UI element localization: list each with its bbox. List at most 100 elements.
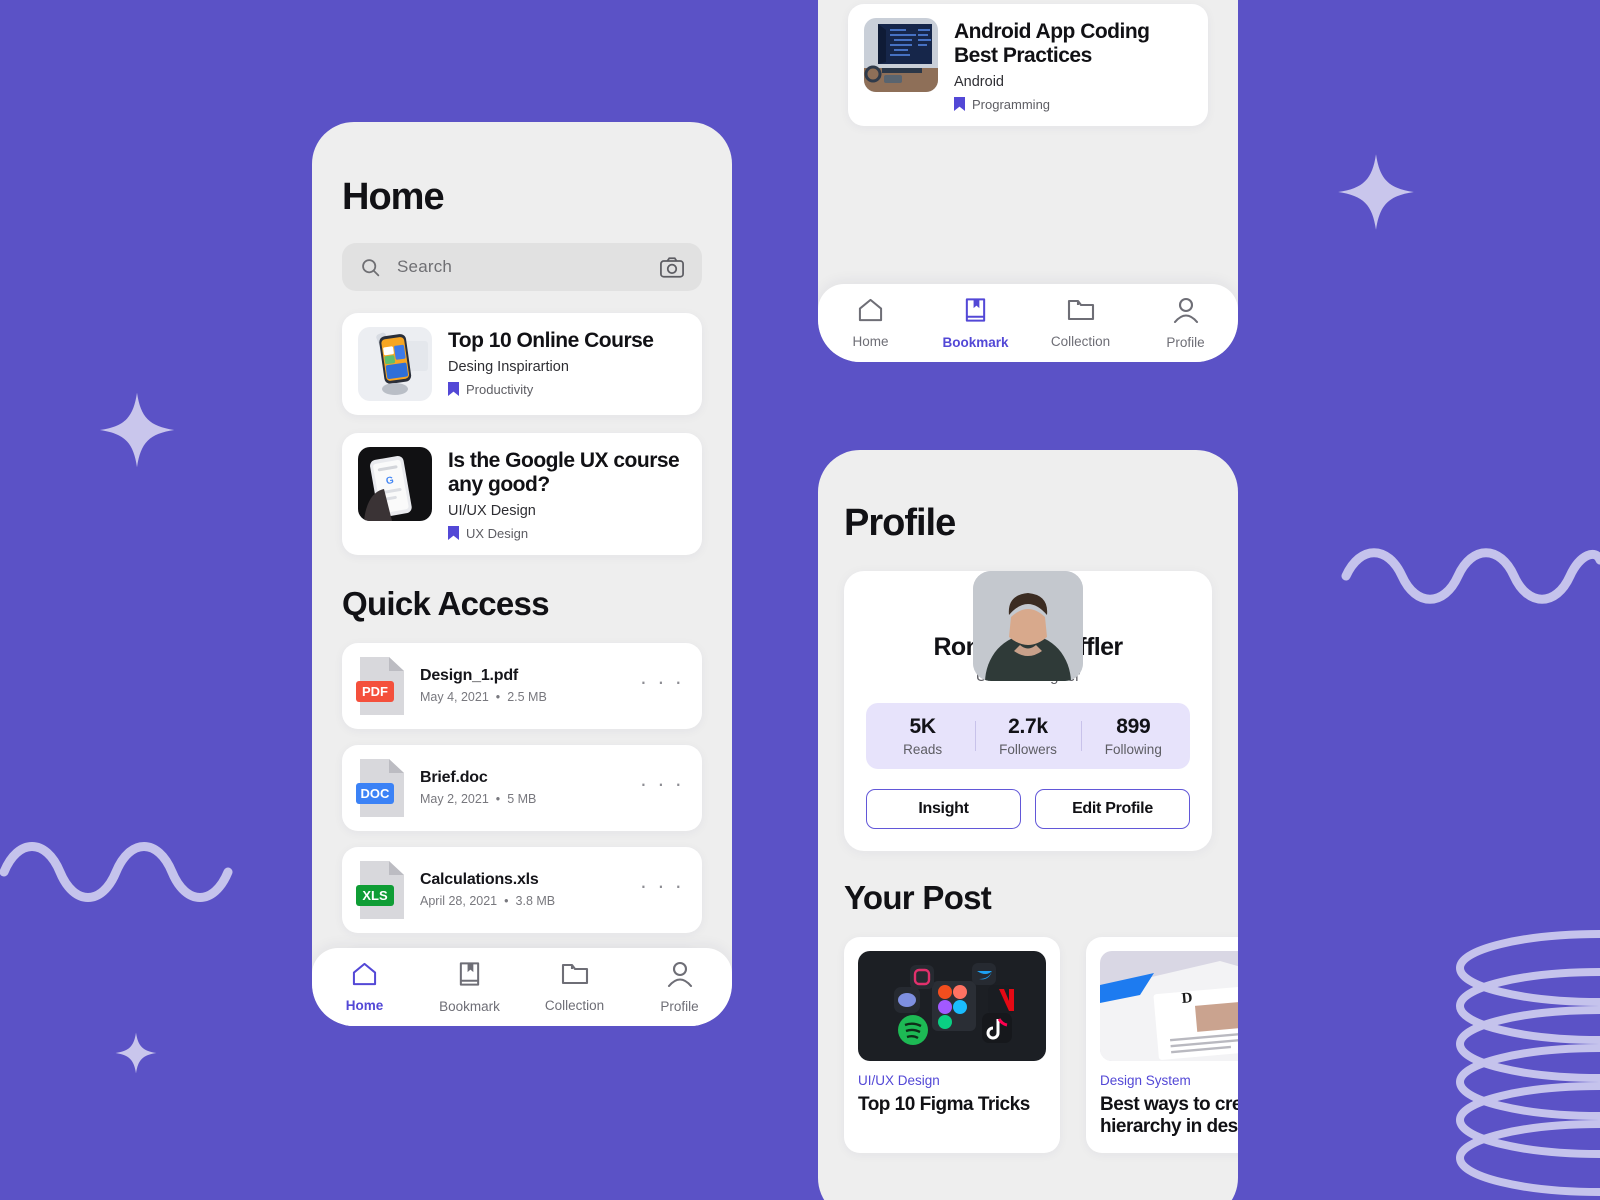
file-more-button[interactable]: · · · bbox=[640, 670, 684, 692]
folder-icon bbox=[1067, 298, 1095, 327]
file-type-icon: XLS bbox=[356, 860, 406, 919]
file-more-button[interactable]: · · · bbox=[640, 874, 684, 896]
bookmark-icon bbox=[954, 97, 965, 112]
insight-button[interactable]: Insight bbox=[866, 789, 1021, 829]
search-input[interactable]: Search bbox=[342, 243, 702, 291]
stat-label: Following bbox=[1104, 742, 1162, 757]
sparkle-icon bbox=[1338, 154, 1414, 230]
file-row[interactable]: PDF Design_1.pdf May 4, 2021 • 2.5 MB · · · bbox=[342, 642, 702, 729]
folder-icon bbox=[561, 962, 589, 991]
bottom-navigation: Home Bookmark Collection Profile bbox=[818, 284, 1238, 362]
nav-label: Profile bbox=[1166, 334, 1205, 350]
file-name: Design_1.pdf bbox=[420, 667, 519, 685]
file-more-button[interactable]: · · · bbox=[640, 772, 684, 794]
article-tag: Programming bbox=[972, 96, 1051, 112]
svg-text:XLS: XLS bbox=[362, 888, 388, 903]
article-card[interactable]: Android App Coding Best Practices Androi… bbox=[848, 4, 1208, 126]
file-name: Calculations.xls bbox=[420, 871, 539, 889]
background-decorations bbox=[0, 154, 1600, 1196]
stat-value: 899 bbox=[1116, 715, 1151, 738]
post-card[interactable]: UI/UX Design Top 10 Figma Tricks bbox=[844, 937, 1060, 1153]
svg-text:PDF: PDF bbox=[362, 684, 388, 699]
your-post-heading: Your Post bbox=[844, 879, 992, 916]
nav-item-profile[interactable]: Profile bbox=[1133, 297, 1238, 350]
stat-reads: 5K Reads bbox=[870, 715, 975, 757]
sparkle-icon bbox=[115, 1032, 157, 1074]
nav-item-profile[interactable]: Profile bbox=[627, 961, 732, 1014]
nav-item-collection[interactable]: Collection bbox=[522, 962, 627, 1013]
article-thumbnail bbox=[864, 18, 938, 92]
person-icon bbox=[1173, 297, 1199, 328]
post-category: Design System bbox=[1100, 1073, 1191, 1088]
profile-stats: 5K Reads 2.7k Followers 899 Following bbox=[866, 703, 1190, 769]
file-date: April 28, 2021 bbox=[420, 894, 498, 909]
stat-following: 899 Following bbox=[1080, 715, 1186, 757]
search-icon bbox=[362, 258, 380, 276]
nav-label: Bookmark bbox=[942, 334, 1009, 350]
bookmark-icon bbox=[448, 382, 459, 397]
article-title: Is the Google UX course any good? bbox=[448, 449, 680, 496]
person-icon bbox=[667, 961, 693, 992]
nav-item-bookmark[interactable]: Bookmark bbox=[923, 297, 1028, 350]
file-date: May 2, 2021 bbox=[420, 792, 489, 807]
phone-screen-home: Home Search Top 10 Online Course Desing … bbox=[312, 122, 732, 1026]
stat-label: Followers bbox=[999, 742, 1057, 757]
file-type-icon: DOC bbox=[356, 758, 406, 817]
spring-decoration bbox=[1456, 930, 1600, 1196]
file-size: 5 MB bbox=[507, 792, 537, 807]
avatar bbox=[973, 571, 1083, 681]
article-thumbnail bbox=[358, 327, 432, 401]
camera-icon[interactable] bbox=[660, 256, 684, 278]
article-card[interactable]: G Is the Google UX course any good? UI/U… bbox=[342, 433, 702, 555]
home-icon bbox=[857, 297, 884, 327]
article-subtitle: Desing Inspirartion bbox=[448, 358, 569, 375]
file-row[interactable]: XLS Calculations.xls April 28, 2021 • 3.8 MB… bbox=[342, 846, 702, 933]
bookmark-icon bbox=[963, 297, 988, 328]
bottom-navigation: Home Bookmark Collection Profile bbox=[312, 948, 732, 1026]
search-placeholder: Search bbox=[397, 257, 453, 276]
file-row[interactable]: DOC Brief.doc May 2, 2021 • 5 MB · · · bbox=[342, 744, 702, 831]
article-card[interactable]: Top 10 Online Course Desing Inspirartion… bbox=[342, 313, 702, 415]
post-image bbox=[858, 951, 1046, 1061]
stat-followers: 2.7k Followers bbox=[975, 715, 1080, 757]
nav-item-collection[interactable]: Collection bbox=[1028, 298, 1133, 349]
file-date: May 4, 2021 bbox=[420, 690, 489, 705]
article-tag: Productivity bbox=[466, 381, 534, 397]
nav-item-bookmark[interactable]: Bookmark bbox=[417, 961, 522, 1014]
article-title: Top 10 Online Course bbox=[448, 329, 654, 352]
nav-label: Profile bbox=[660, 998, 699, 1014]
article-tag: UX Design bbox=[466, 525, 529, 541]
post-card[interactable]: D Design System Best ways to create hier… bbox=[1086, 937, 1238, 1153]
nav-label: Collection bbox=[544, 997, 605, 1013]
post-category: UI/UX Design bbox=[858, 1073, 940, 1088]
svg-text:DOC: DOC bbox=[361, 786, 391, 801]
article-subtitle: Android bbox=[954, 73, 1004, 90]
article-title: Android App Coding Best Practices bbox=[954, 20, 1150, 67]
bookmark-icon bbox=[457, 961, 482, 992]
post-title: Best ways to create hierarchy in design bbox=[1100, 1094, 1238, 1138]
phone-screen-profile: Profile Ronald Scheffler UI/UX Designer … bbox=[818, 450, 1238, 1200]
post-title: Top 10 Figma Tricks bbox=[858, 1094, 1030, 1115]
file-meta: April 28, 2021 • 3.8 MB bbox=[420, 894, 556, 909]
svg-text:D: D bbox=[1181, 990, 1193, 1007]
nav-label: Home bbox=[852, 334, 889, 349]
stat-value: 2.7k bbox=[1008, 715, 1048, 738]
page-title: Profile bbox=[844, 502, 956, 544]
bookmark-icon bbox=[448, 526, 459, 541]
phone-screen-bookmark: Android App Coding Best Practices Androi… bbox=[818, 0, 1238, 362]
nav-label: Collection bbox=[1050, 333, 1111, 349]
sparkle-icon bbox=[99, 392, 175, 468]
edit-profile-button[interactable]: Edit Profile bbox=[1035, 789, 1190, 829]
nav-label: Home bbox=[345, 998, 384, 1013]
file-size: 3.8 MB bbox=[515, 894, 556, 909]
post-image: D bbox=[1100, 951, 1238, 1061]
wave-decoration bbox=[0, 842, 233, 902]
quick-access-heading: Quick Access bbox=[342, 584, 550, 622]
file-meta: May 2, 2021 • 5 MB bbox=[420, 792, 537, 807]
file-type-icon: PDF bbox=[356, 656, 406, 715]
wave-decoration bbox=[1341, 548, 1600, 604]
page-title: Home bbox=[342, 176, 445, 218]
home-icon bbox=[351, 961, 378, 991]
nav-item-home[interactable]: Home bbox=[312, 961, 417, 1013]
nav-item-home[interactable]: Home bbox=[818, 297, 923, 349]
